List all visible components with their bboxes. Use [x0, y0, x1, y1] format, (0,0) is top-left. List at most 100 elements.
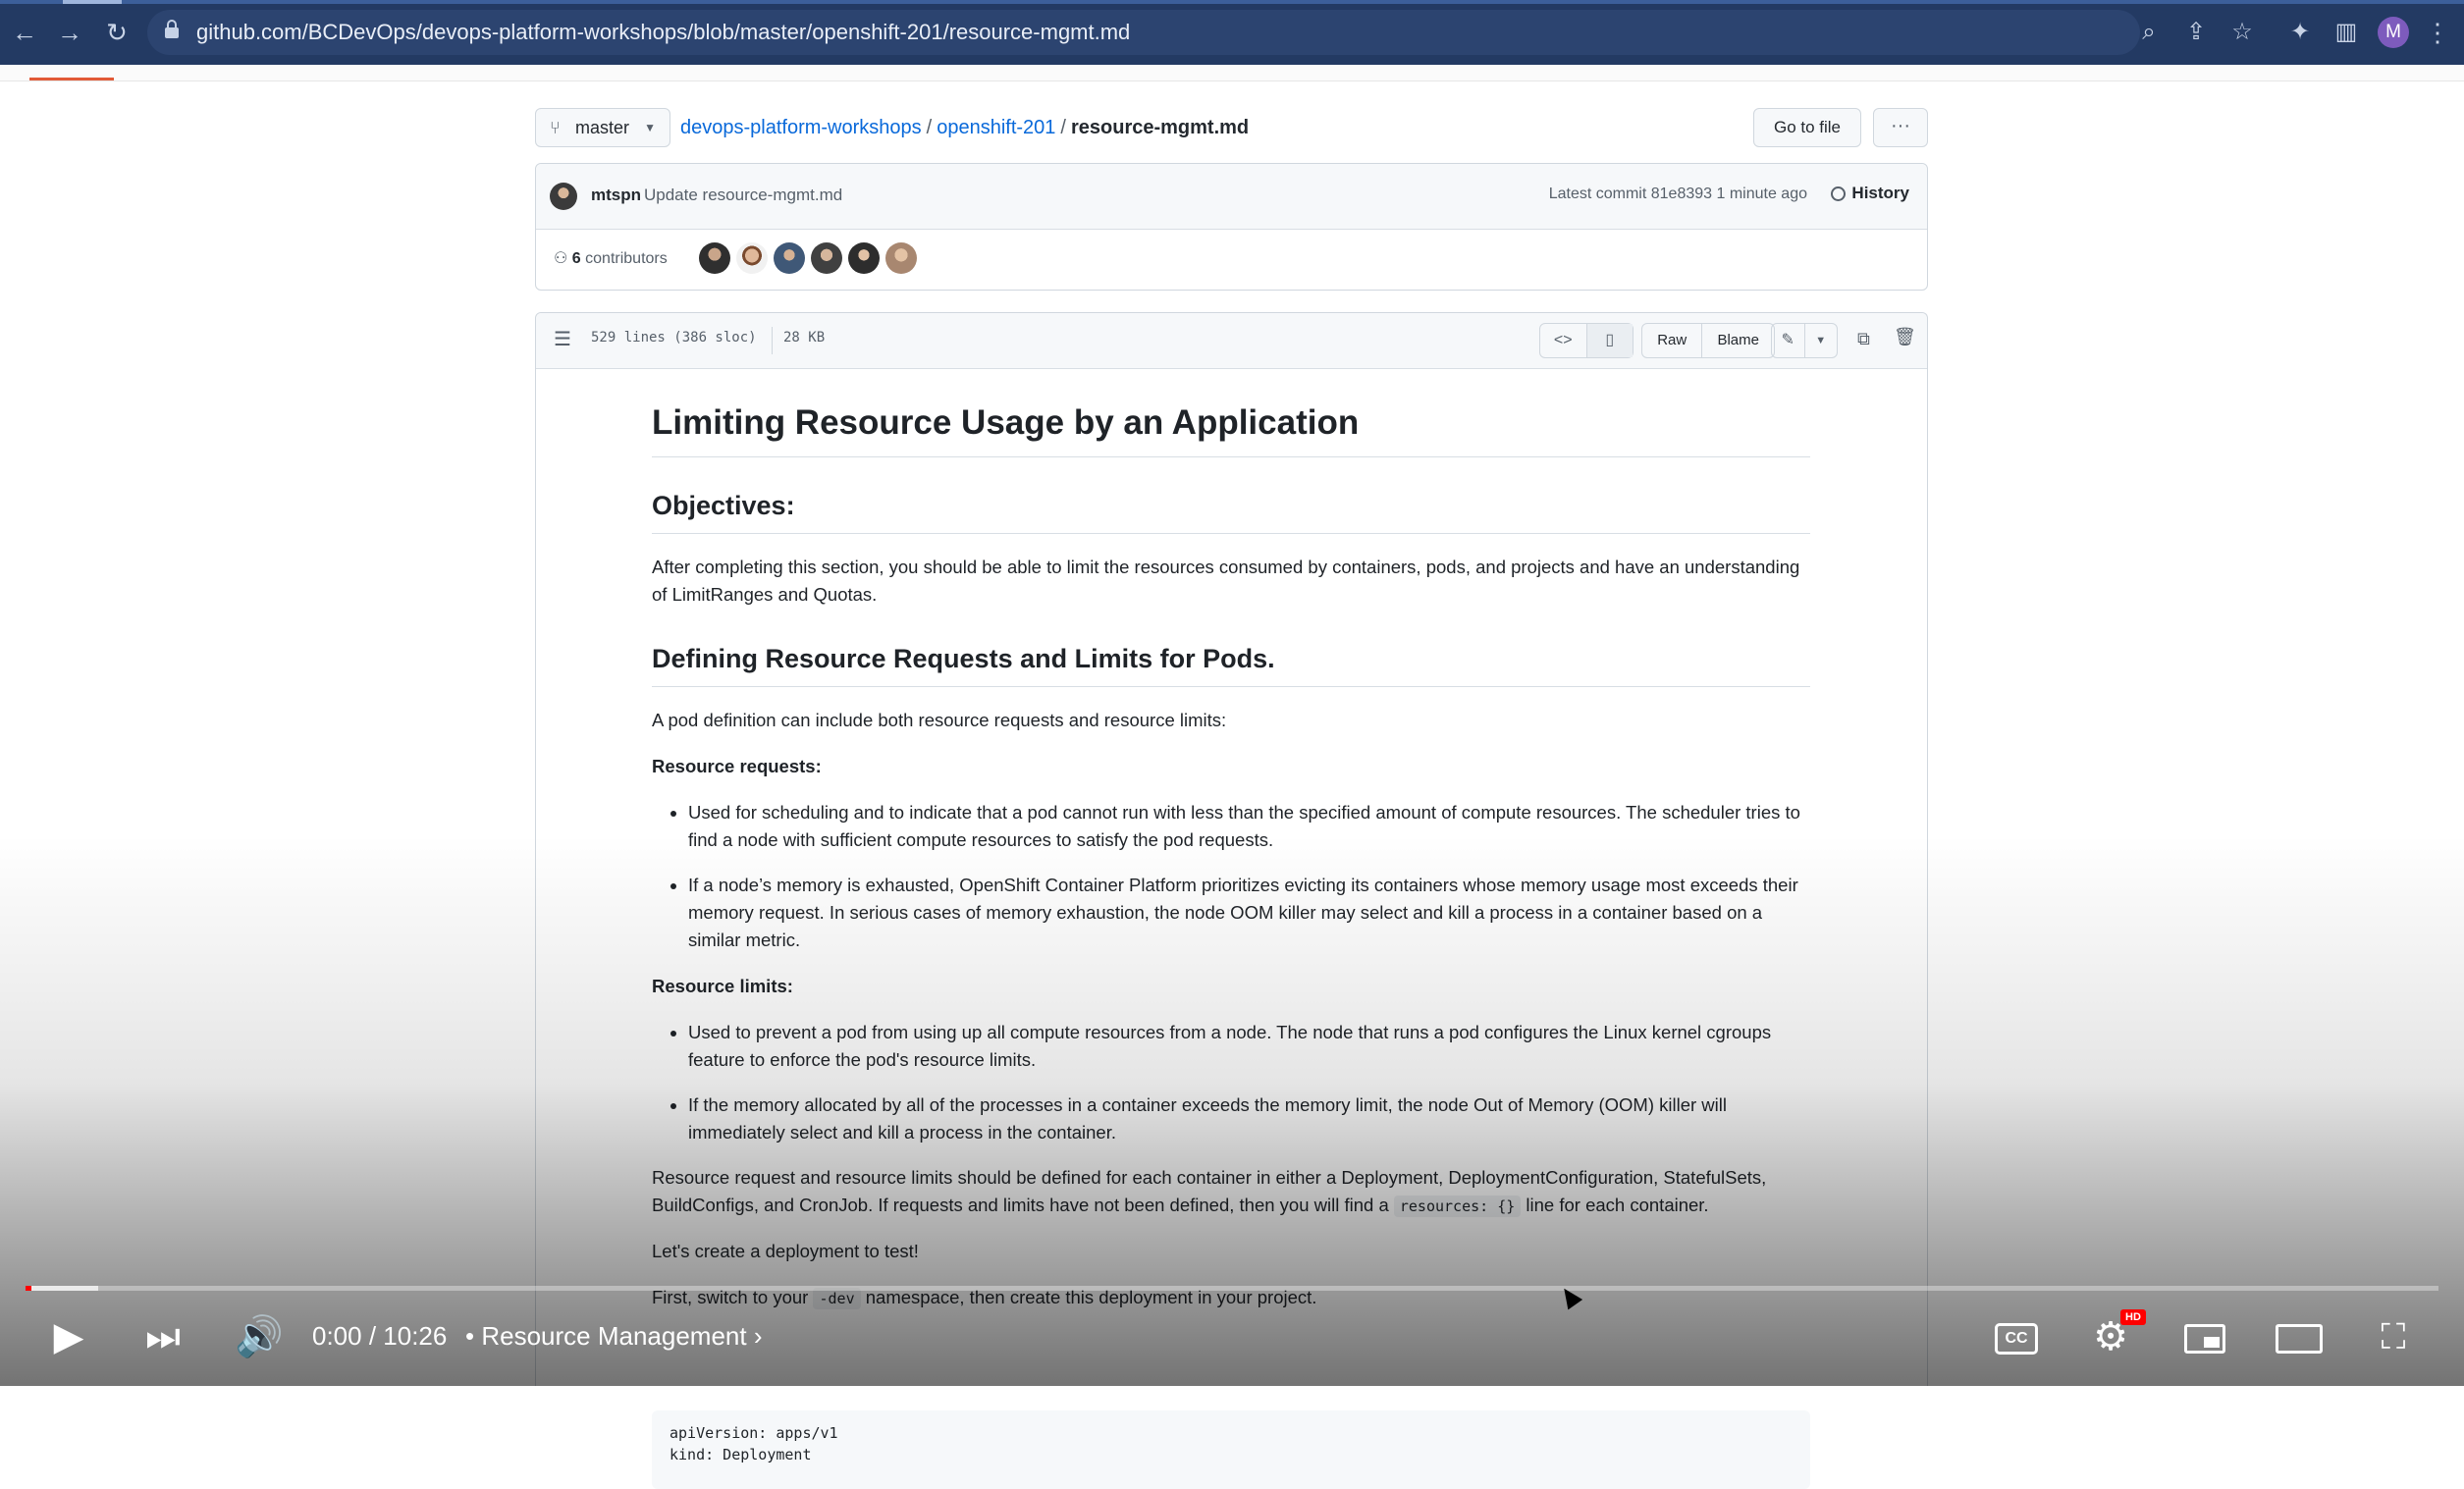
file-header: ☰ 529 lines (386 sloc) 28 KB <> ▯ Raw Bl… [536, 313, 1927, 369]
contributors-label: contributors [585, 250, 668, 267]
side-panel-icon[interactable]: ▥ [2330, 16, 2363, 49]
chapter-separator: • [465, 1321, 475, 1351]
more-options-button[interactable]: ··· [1873, 108, 1928, 147]
commit-meta[interactable]: Latest commit 81e8393 1 minute ago [1549, 186, 1807, 203]
chapter-title: Resource Management [481, 1321, 747, 1351]
file-line-count: 529 lines (386 sloc) [591, 330, 757, 346]
people-icon: ⚇ [554, 250, 568, 267]
objectives-heading: Objectives: [652, 491, 1810, 534]
code-line: kind: Deployment [670, 1446, 812, 1463]
time-display: 0:00 / 10:26 [312, 1321, 448, 1351]
paragraph-text: line for each container. [1526, 1195, 1709, 1215]
code-block: apiVersion: apps/v1 kind: Deployment [652, 1410, 1810, 1489]
go-to-file-button[interactable]: Go to file [1753, 108, 1861, 147]
chevron-down-icon[interactable]: ▼ [1803, 324, 1838, 357]
inline-code: resources: {} [1393, 1196, 1522, 1217]
back-arrow-icon[interactable]: ← [8, 16, 41, 49]
next-video-button[interactable]: ⏭ [137, 1311, 188, 1362]
volume-button[interactable]: 🔊 [230, 1311, 289, 1362]
url-text: github.com/BCDevOps/devops-platform-work… [196, 20, 1131, 44]
commit-header: mtspn Update resource-mgmt.md Latest com… [536, 164, 1927, 230]
commit-author[interactable]: mtspn [591, 186, 641, 205]
contributor-avatar[interactable] [811, 242, 842, 274]
theater-mode-icon [2276, 1324, 2323, 1355]
forward-arrow-icon[interactable]: → [53, 16, 86, 49]
share-icon[interactable]: ⇪ [2179, 16, 2213, 49]
breadcrumb-folder-link[interactable]: openshift-201 [937, 117, 1055, 138]
list-item: If the memory allocated by all of the pr… [688, 1091, 1810, 1146]
blame-button[interactable]: Blame [1701, 324, 1774, 357]
repo-subnav-active-tab[interactable] [29, 78, 114, 80]
progress-played [26, 1286, 32, 1291]
trash-icon[interactable]: 🗑 [1894, 327, 1916, 347]
history-clock-icon [1831, 186, 1847, 201]
breadcrumb-separator: / [1060, 117, 1066, 138]
chevron-down-icon: ▼ [644, 121, 656, 134]
contributor-avatar[interactable] [774, 242, 805, 274]
tab-strip-line [0, 0, 2464, 4]
file-viewer: ☰ 529 lines (386 sloc) 28 KB <> ▯ Raw Bl… [535, 312, 1928, 1489]
commit-message[interactable]: Update resource-mgmt.md [644, 186, 842, 205]
preview-file-icon[interactable]: ▯ [1585, 324, 1633, 357]
defining-heading: Defining Resource Requests and Limits fo… [652, 644, 1810, 687]
inline-code: -dev [813, 1288, 861, 1309]
contributors-count: 6 [571, 250, 581, 267]
raw-button[interactable]: Raw [1642, 324, 1701, 357]
file-header-divider [772, 327, 773, 354]
reload-icon[interactable]: ↻ [100, 16, 134, 49]
raw-blame-group: Raw Blame [1641, 323, 1775, 358]
profile-avatar[interactable]: M [2378, 17, 2409, 48]
limits-label: Resource limits: [652, 976, 793, 996]
play-button[interactable]: ▶ [43, 1311, 94, 1362]
progress-buffered [26, 1286, 98, 1291]
code-view-icon[interactable]: <> [1540, 324, 1586, 357]
extensions-puzzle-icon[interactable]: ✦ [2283, 16, 2317, 49]
breadcrumb-separator: / [926, 117, 933, 138]
list-item: Used to prevent a pod from using up all … [688, 1019, 1810, 1074]
pencil-edit-icon[interactable]: ✎ [1772, 324, 1804, 357]
requests-list: Used for scheduling and to indicate that… [652, 799, 1810, 954]
lock-icon [165, 20, 179, 38]
history-label: History [1851, 184, 1909, 202]
miniplayer-button[interactable] [2177, 1311, 2232, 1362]
address-bar[interactable]: github.com/BCDevOps/devops-platform-work… [147, 10, 2140, 55]
miniplayer-icon [2184, 1324, 2225, 1355]
branch-name: master [575, 118, 630, 137]
defining-paragraph: A pod definition can include both resour… [652, 710, 1227, 730]
chapter-title-button[interactable]: • Resource Management › [465, 1321, 763, 1352]
history-link[interactable]: History [1831, 184, 1909, 203]
file-size: 28 KB [783, 330, 826, 346]
breadcrumb-repo-link[interactable]: devops-platform-workshops [680, 117, 922, 138]
markdown-body: Limiting Resource Usage by an Applicatio… [652, 403, 1810, 1489]
fullscreen-icon[interactable]: ⛶ [2366, 1311, 2421, 1362]
table-of-contents-icon[interactable]: ☰ [554, 327, 571, 351]
code-line: apiVersion: apps/v1 [670, 1424, 838, 1442]
chevron-right-icon: › [753, 1321, 763, 1351]
active-tab-indicator [63, 0, 122, 4]
lets-create-paragraph: Let's create a deployment to test! [652, 1241, 919, 1261]
contributor-avatars [699, 242, 917, 274]
theater-mode-button[interactable] [2272, 1311, 2327, 1362]
contributor-avatar[interactable] [736, 242, 768, 274]
bookmark-star-icon[interactable]: ☆ [2225, 16, 2259, 49]
latest-commit-box: mtspn Update resource-mgmt.md Latest com… [535, 163, 1928, 291]
contributor-avatar[interactable] [699, 242, 730, 274]
requests-label: Resource requests: [652, 756, 822, 776]
repo-subnav [0, 65, 2464, 81]
list-item: If a node’s memory is exhausted, OpenShi… [688, 872, 1810, 954]
edit-group: ✎ ▼ [1771, 323, 1838, 358]
subtitles-button[interactable]: CC [1989, 1311, 2044, 1362]
contributor-avatar[interactable] [885, 242, 917, 274]
copy-icon[interactable]: ⧉ [1857, 329, 1870, 349]
commit-author-avatar[interactable] [550, 183, 577, 210]
cc-icon: CC [1995, 1323, 2038, 1356]
branch-selector[interactable]: ⑂ master ▼ [535, 108, 670, 147]
progress-bar[interactable] [26, 1286, 2438, 1291]
breadcrumb: devops-platform-workshops / openshift-201/… [680, 114, 1249, 141]
contributor-avatar[interactable] [848, 242, 880, 274]
document-title: Limiting Resource Usage by an Applicatio… [652, 403, 1810, 457]
zoom-icon[interactable]: ⌕ [2132, 16, 2166, 49]
contributors-link[interactable]: ⚇ 6 contributors [554, 248, 668, 268]
git-branch-icon: ⑂ [550, 118, 561, 137]
browser-menu-icon[interactable]: ⋮ [2425, 16, 2450, 49]
